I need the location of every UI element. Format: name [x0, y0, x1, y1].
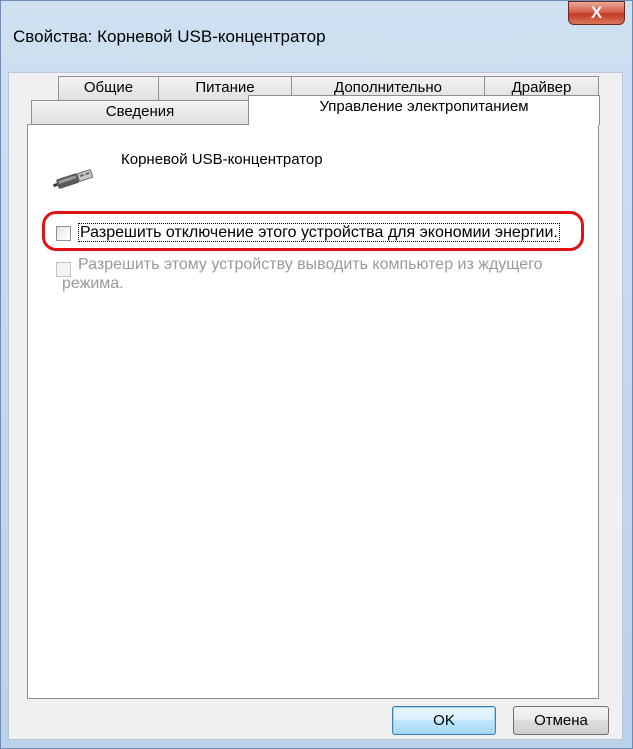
usb-plug-icon [52, 160, 102, 194]
highlight-annotation [42, 211, 584, 251]
tab-details[interactable]: Сведения [31, 100, 249, 124]
window-title: Свойства: Корневой USB-концентратор [13, 27, 326, 46]
tab-general[interactable]: Общие [58, 76, 159, 100]
allow-wake-label-line2: режима. [62, 275, 124, 292]
allow-wake-label-line1: Разрешить этому устройству выводить комп… [78, 256, 543, 273]
tab-power-management[interactable]: Управление электропитанием [248, 95, 600, 125]
cancel-button[interactable]: Отмена [513, 706, 609, 735]
close-button[interactable]: X [568, 1, 625, 25]
title-bar[interactable]: Свойства: Корневой USB-концентратор X [1, 1, 632, 73]
ok-button[interactable]: OK [392, 706, 496, 735]
device-name: Корневой USB-концентратор [121, 151, 323, 168]
